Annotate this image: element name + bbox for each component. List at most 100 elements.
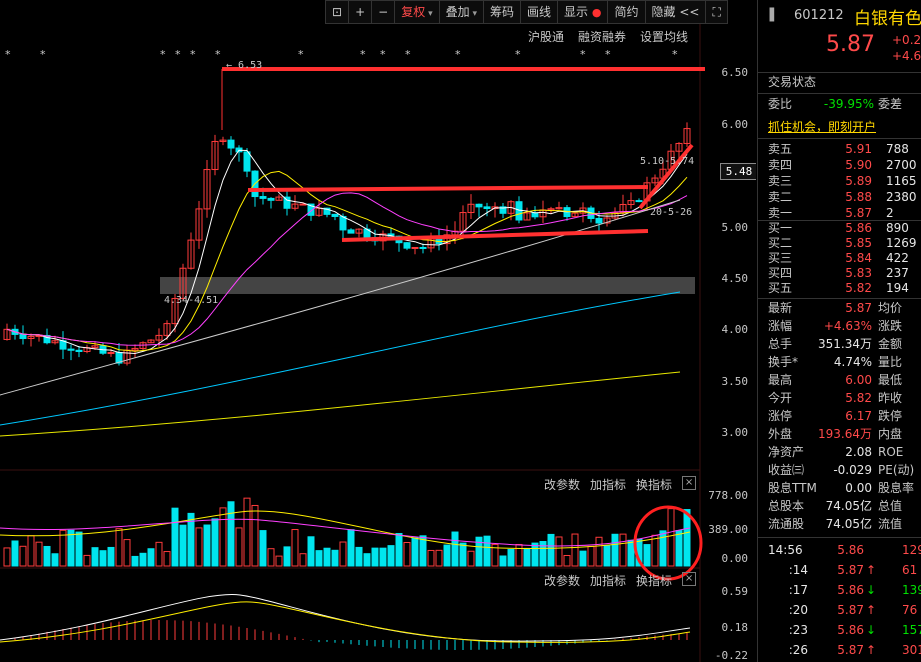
ma-setting-link[interactable]: 设置均线 (640, 28, 688, 45)
stat-label2: 涨跌 (878, 319, 903, 333)
stat-label: 流通股 (768, 517, 805, 531)
candle (403, 242, 411, 249)
top-links: 沪股通 融资融券 设置均线 (528, 28, 688, 45)
volume-bar (571, 533, 579, 567)
stat-label2: 金额 (878, 337, 903, 351)
ma-line (6, 170, 688, 352)
tick-price: 5.87 (837, 603, 864, 617)
candle (331, 213, 339, 217)
tick-row: :17 5.86↓ 139 (768, 581, 921, 599)
margin-link[interactable]: 融资融券 (578, 28, 626, 45)
volume-bar (123, 539, 131, 567)
order-ratio-value: -39.95% (823, 97, 874, 111)
tick-time: :17 (788, 583, 808, 597)
volume-bar (291, 529, 299, 567)
stock-name: 白银有色 (854, 9, 921, 29)
fullscreen-button[interactable]: ⛶ (705, 0, 728, 24)
candle (19, 333, 27, 339)
macd-params-button[interactable]: 改参数 (544, 572, 580, 589)
chart-pane[interactable]: * * * * * * * * * * * * * * * ⊡ + − 复权 叠加 筹码 画线 显示 ● 简… (0, 0, 756, 662)
volume-bar (203, 524, 211, 567)
tick-volume: 139 (902, 583, 921, 597)
y-tick: 3.00 (721, 426, 749, 439)
candle (243, 151, 251, 172)
tick-time: 14:56 (768, 543, 803, 557)
stat-row: 涨幅 +4.63% 涨跌 (768, 317, 921, 335)
change-value: +0.26 (892, 33, 921, 47)
y-tick: 3.50 (721, 375, 749, 388)
divider (758, 138, 921, 139)
bid-row[interactable]: 买五 5.82 194 (768, 279, 921, 297)
stat-value: 0.00 (845, 481, 872, 495)
candle (475, 203, 483, 208)
volume-bar (659, 530, 667, 567)
macd-switch-indicator-button[interactable]: 换指标 (636, 572, 672, 589)
volume-bar (307, 536, 315, 567)
stat-label2: 量比 (878, 355, 903, 369)
open-account-banner[interactable]: 抓住机会，即刻开户 (768, 118, 921, 136)
ma-line (6, 149, 688, 355)
volume-bar (179, 524, 187, 567)
tick-volume: 301 (902, 643, 921, 657)
volume-bar (107, 546, 115, 567)
tick-time: :23 (788, 623, 808, 637)
macd-panel-toolbar: 改参数 加指标 换指标 × (544, 572, 697, 589)
volume-bar (667, 508, 675, 567)
candle (483, 206, 491, 209)
volume-params-button[interactable]: 改参数 (544, 476, 580, 493)
event-marker: * (40, 48, 46, 61)
event-marker: * (405, 48, 411, 61)
stat-row: 换手* 4.74% 量比 (768, 353, 921, 371)
stat-label: 今开 (768, 391, 793, 405)
adjust-button[interactable]: 复权 (394, 0, 439, 24)
volume-bar (435, 549, 443, 567)
stat-row: 今开 5.82 昨收 (768, 389, 921, 407)
volume-bar (523, 547, 531, 567)
candle (635, 200, 643, 203)
event-marker: * (515, 48, 521, 61)
kline-chart[interactable]: * * * * * * * * * * * * * * * (0, 0, 756, 662)
candle (67, 348, 75, 351)
hide-button[interactable]: 隐藏 << (644, 0, 706, 24)
chips-button[interactable]: 筹码 (483, 0, 521, 24)
volume-bar (379, 547, 387, 567)
lock-button[interactable]: ⊡ (325, 0, 349, 24)
bid-price: 5.82 (845, 281, 872, 295)
zoom-in-button[interactable]: + (348, 0, 372, 24)
quote-panel: ❚ 601212 白银有色 5.87 +0.26 +4.63% 交易状态 委比 -… (757, 0, 921, 662)
tick-row: :26 5.87↑ 301 (768, 641, 921, 659)
volume-switch-indicator-button[interactable]: 换指标 (636, 476, 672, 493)
volume-bar (547, 533, 555, 567)
volume-bar (459, 542, 467, 567)
tick-row: :20 5.87 ↑ 76 (768, 601, 921, 619)
tick-price: 5.87 (837, 643, 864, 657)
volume-add-indicator-button[interactable]: 加指标 (590, 476, 626, 493)
volume-bar (475, 536, 483, 567)
draw-line-button[interactable]: 画线 (520, 0, 558, 24)
notification-dot: ● (591, 6, 602, 19)
ma-line (6, 192, 688, 346)
macd-close-icon[interactable]: × (682, 572, 697, 586)
macd-y-tick: 0.59 (721, 585, 749, 598)
volume-bar (395, 532, 403, 567)
tick-time: :20 (788, 603, 808, 617)
volume-bar (619, 533, 627, 567)
macd-add-indicator-button[interactable]: 加指标 (590, 572, 626, 589)
zoom-out-button[interactable]: − (371, 0, 395, 24)
volume-bar (27, 535, 35, 567)
simple-button[interactable]: 简约 (607, 0, 645, 24)
chart-toolbar: ⊡ + − 复权 叠加 筹码 画线 显示 ● 简约 隐藏 << ⛶ (325, 0, 728, 24)
volume-close-icon[interactable]: × (682, 476, 697, 490)
volume-bar (531, 542, 539, 567)
event-marker: * (215, 48, 221, 61)
stat-value: 6.17 (845, 409, 872, 423)
menu-icon[interactable]: ❚ (766, 6, 778, 22)
stat-row: 涨停 6.17 跌停 (768, 407, 921, 425)
high-value: 6.53 (238, 60, 263, 71)
overlay-button[interactable]: 叠加 (438, 0, 483, 24)
volume-ma-line (0, 510, 691, 549)
hsgt-link[interactable]: 沪股通 (528, 28, 564, 45)
volume-bar (299, 553, 307, 567)
display-button[interactable]: 显示 ● (557, 0, 608, 24)
event-marker: * (360, 48, 366, 61)
